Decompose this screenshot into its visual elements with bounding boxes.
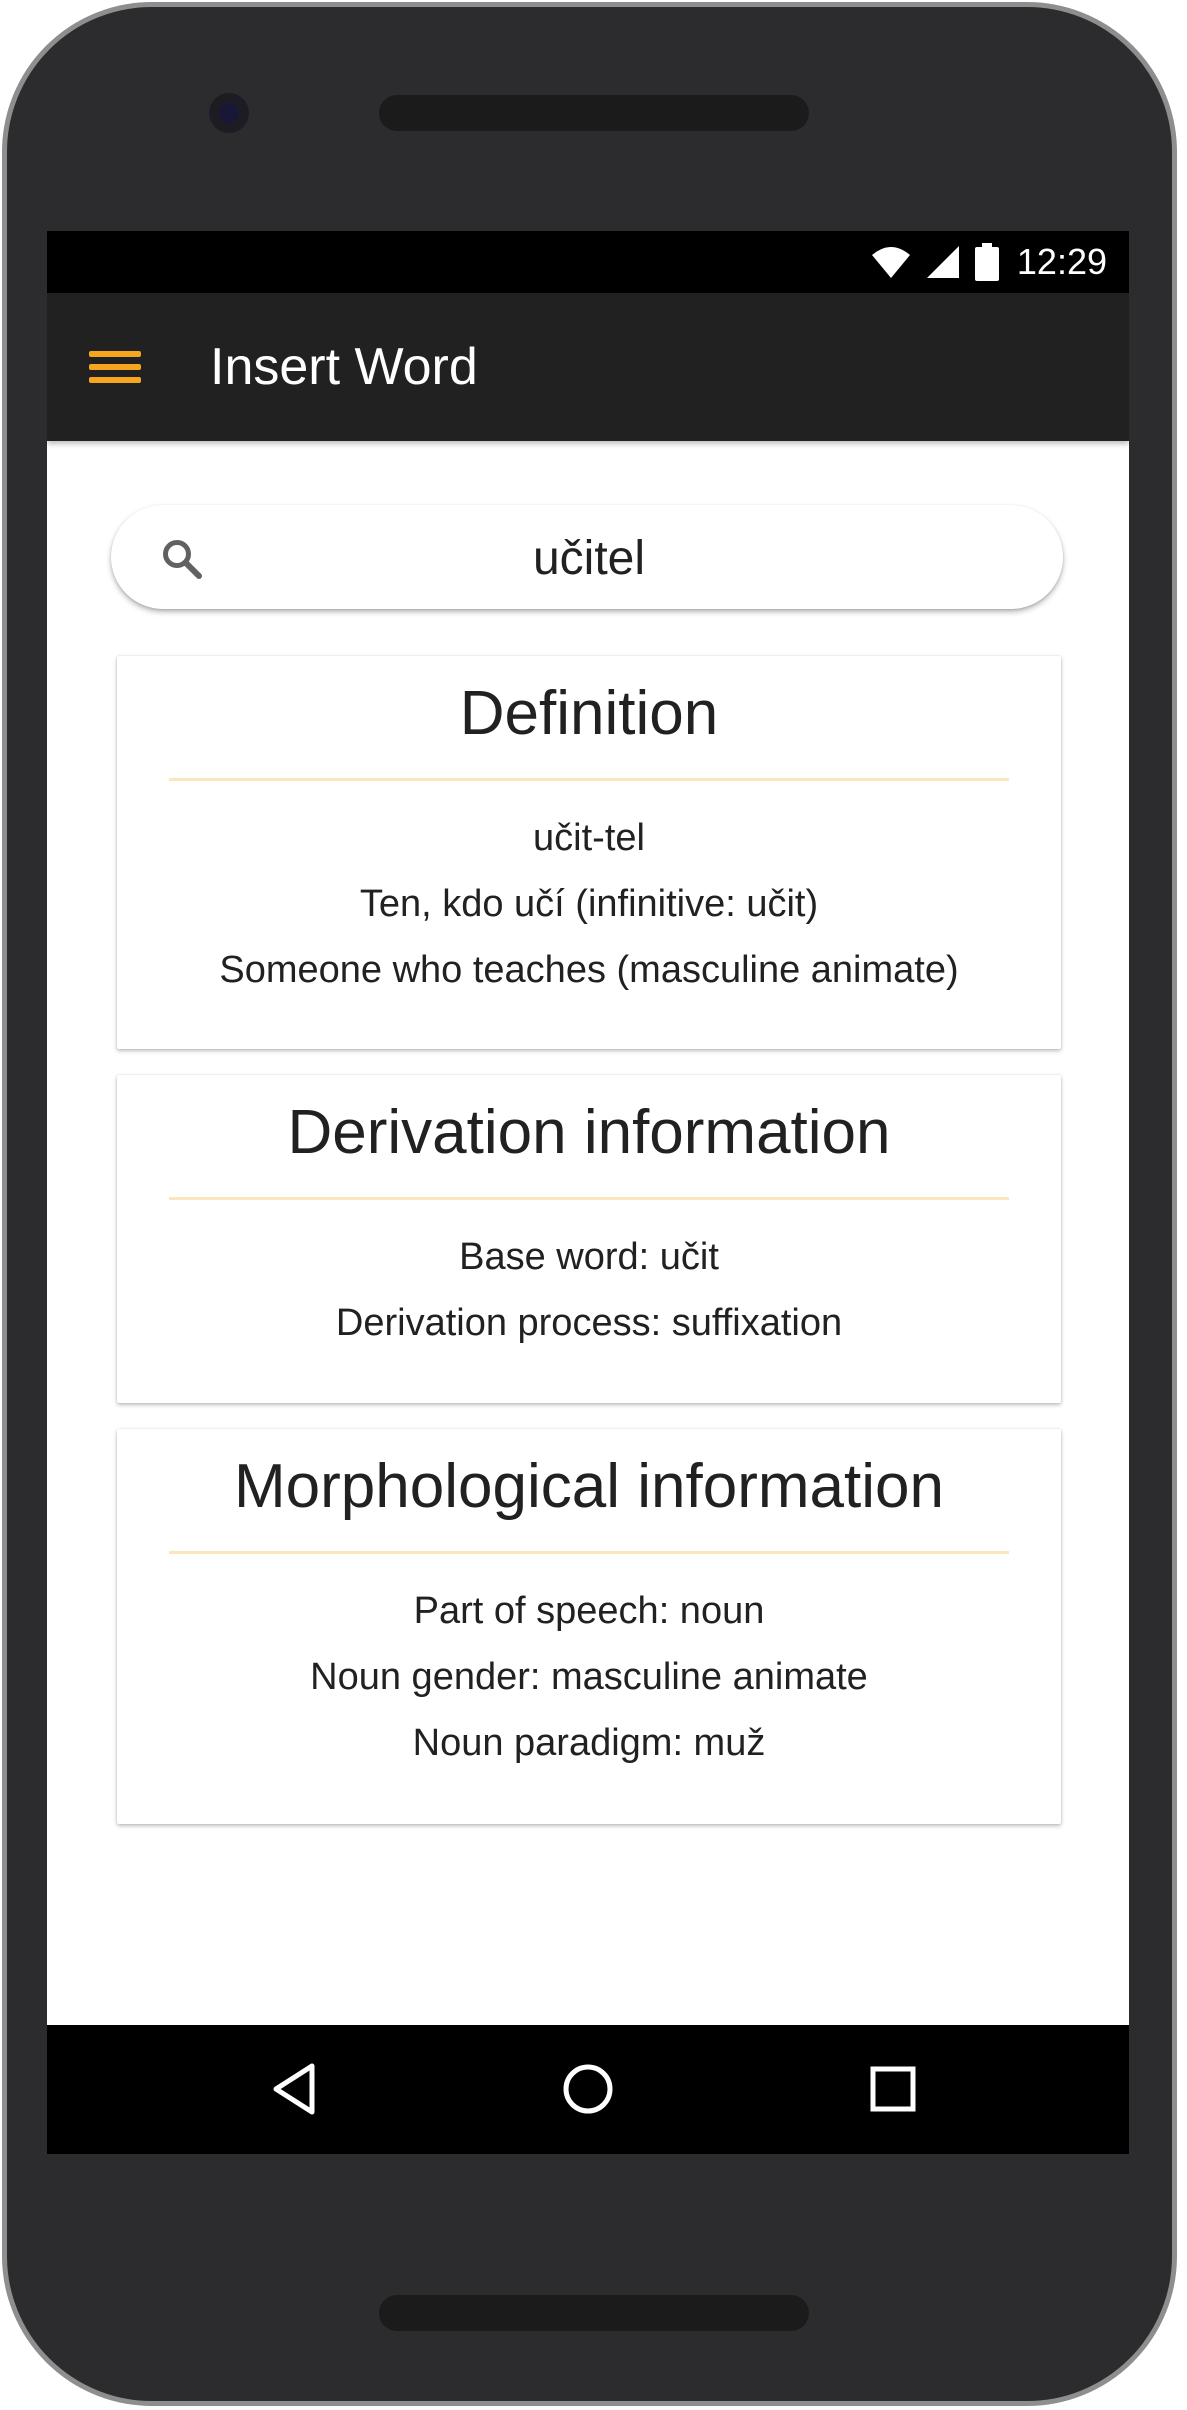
morphology-line: Noun gender: masculine animate [310, 1656, 868, 1698]
home-icon[interactable] [552, 2053, 624, 2125]
hamburger-menu-icon[interactable] [89, 339, 145, 395]
navigation-bar [47, 2025, 1129, 2154]
search-icon[interactable] [159, 536, 205, 582]
morphology-card: Morphological information Part of speech… [117, 1429, 1061, 1824]
derivation-line: Base word: učit [459, 1236, 719, 1278]
status-bar: 12:29 [47, 231, 1129, 293]
volume-button [1162, 962, 1172, 1322]
front-camera [209, 93, 249, 133]
status-icons: 12:29 [871, 239, 1107, 285]
derivation-card: Derivation information Base word: učit D… [117, 1075, 1061, 1403]
app-bar: Insert Word [47, 293, 1129, 441]
definition-line: Ten, kdo učí (infinitive: učit) [359, 883, 819, 925]
card-title: Derivation information [287, 1098, 891, 1167]
back-icon[interactable] [259, 2053, 331, 2125]
power-button [1162, 634, 1172, 799]
recents-icon[interactable] [857, 2053, 929, 2125]
search-bar[interactable] [111, 505, 1063, 611]
earpiece-speaker [379, 95, 809, 131]
battery-icon [974, 243, 999, 281]
morphology-line: Noun paradigm: muž [412, 1722, 766, 1764]
status-time: 12:29 [1016, 241, 1107, 282]
wifi-icon [871, 247, 910, 278]
cellular-signal-icon [926, 246, 959, 278]
definition-card: Definition učit-tel Ten, kdo učí (infini… [117, 656, 1061, 1049]
page-title: Insert Word [210, 338, 478, 396]
derivation-line: Derivation process: suffixation [335, 1302, 843, 1344]
search-input[interactable] [221, 505, 957, 611]
morphology-line: Part of speech: noun [413, 1590, 765, 1632]
definition-line: Someone who teaches (masculine animate) [219, 949, 959, 991]
definition-line: učit-tel [533, 817, 645, 859]
bottom-speaker [379, 2295, 809, 2331]
card-title: Definition [459, 679, 719, 748]
card-title: Morphological information [234, 1452, 944, 1521]
screen: 12:29 Insert Word Definition učit-tel Te… [47, 231, 1129, 2154]
